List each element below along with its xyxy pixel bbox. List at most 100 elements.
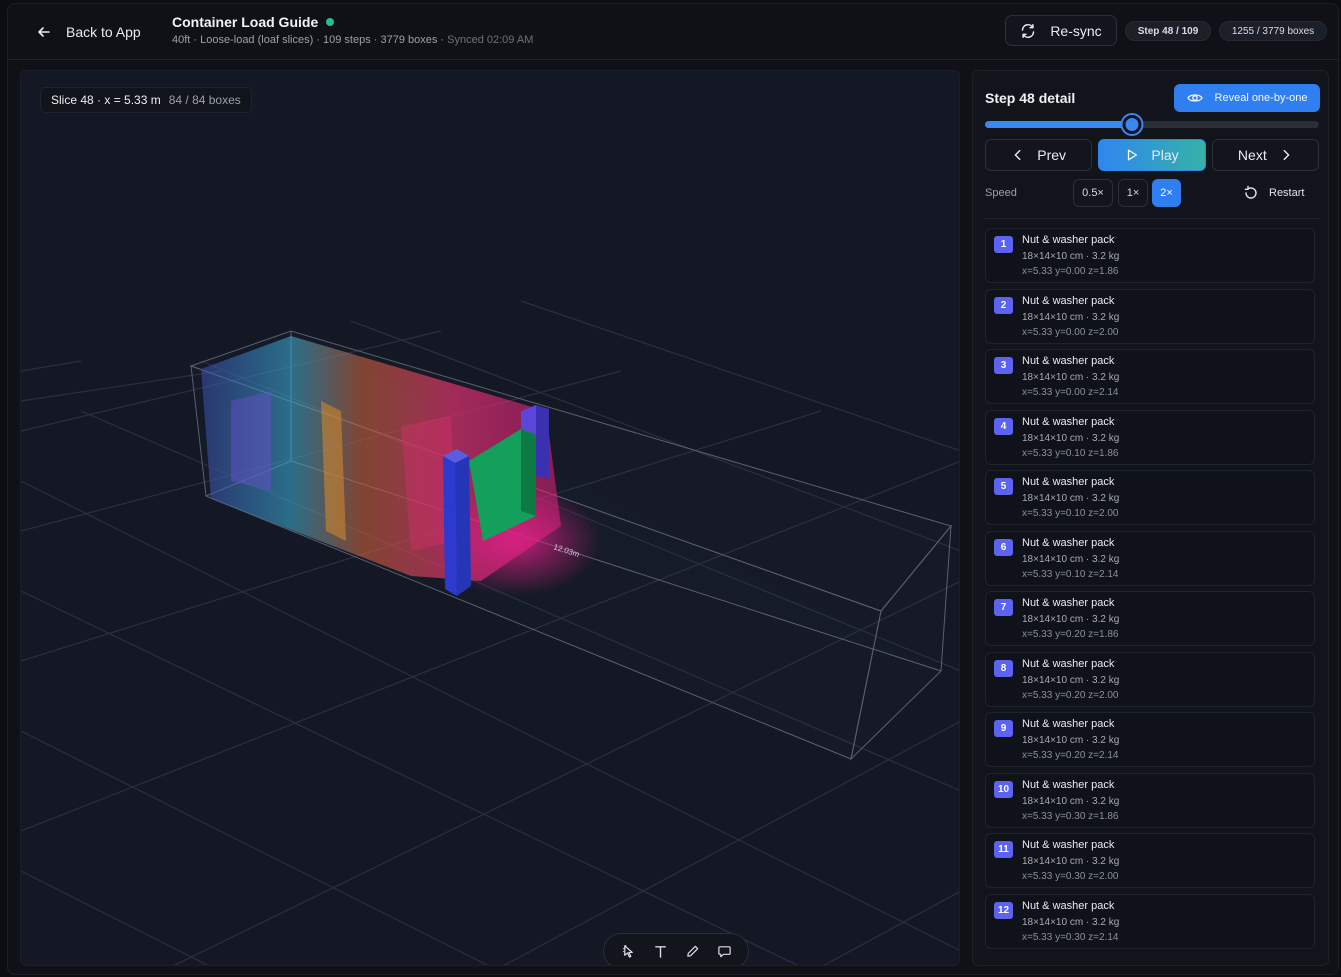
box-list: 1 Nut & washer pack 18×14×10 cm · 3.2 kg x=… <box>985 228 1315 954</box>
step-counter-badge: Step 48 / 109 <box>1125 21 1211 41</box>
3d-viewport[interactable]: 12.03m Slice 48 · x = 5.33 m 84 / 84 box… <box>20 70 960 966</box>
item-number-badge: 10 <box>994 780 1013 798</box>
item-number-badge: 1 <box>994 236 1013 253</box>
synced-time: Synced 02:09 AM <box>447 34 534 46</box>
slice-label: Slice 48 · x = 5.33 m <box>51 93 161 107</box>
item-number-badge: 2 <box>994 296 1013 314</box>
item-dimensions: 18×14×10 cm · 3.2 kg <box>1022 311 1120 323</box>
reveal-one-by-one-button[interactable]: Reveal one-by-one <box>1174 84 1320 112</box>
resync-label: Re-sync <box>1050 22 1102 39</box>
top-bar: Back to App Container Load Guide 40ft · … <box>8 4 1338 60</box>
container-3d-scene[interactable]: 12.03m <box>21 71 960 966</box>
item-dimensions: 18×14×10 cm · 3.2 kg <box>1022 916 1120 928</box>
sync-status-dot <box>326 18 335 26</box>
eye-icon <box>1186 94 1203 102</box>
select-tool-button[interactable] <box>617 940 639 962</box>
restart-icon <box>1244 185 1257 199</box>
item-position: x=5.33 y=0.00 z=2.14 <box>1022 387 1119 398</box>
page-subtitle: 40ft · Loose-load (loaf slices) · 109 st… <box>172 34 533 46</box>
list-item[interactable]: 3 Nut & washer pack 18×14×10 cm · 3.2 kg x=… <box>985 349 1315 404</box>
chevron-left-icon <box>1014 149 1021 161</box>
play-button[interactable]: Play <box>1098 139 1206 171</box>
item-position: x=5.33 y=0.10 z=2.14 <box>1022 568 1119 580</box>
comment-tool-button[interactable] <box>713 940 735 962</box>
item-number-badge: 5 <box>994 478 1013 495</box>
title-block: Container Load Guide 40ft · Loose-load (… <box>172 14 533 46</box>
back-to-app-label: Back to App <box>66 24 141 40</box>
step-detail-panel: Step 48 detail Reveal one-by-one Prev Pl… <box>972 70 1329 966</box>
item-dimensions: 18×14×10 cm · 3.2 kg <box>1022 432 1120 444</box>
list-item[interactable]: 1 Nut & washer pack 18×14×10 cm · 3.2 kg x=… <box>985 228 1315 283</box>
panel-title: Step 48 detail <box>985 90 1076 106</box>
item-dimensions: 18×14×10 cm · 3.2 kg <box>1022 614 1120 625</box>
item-position: x=5.33 y=0.00 z=2.00 <box>1022 326 1119 338</box>
item-name: Nut & washer pack <box>1022 536 1115 549</box>
item-position: x=5.33 y=0.30 z=2.14 <box>1022 931 1119 943</box>
item-number-badge: 3 <box>994 357 1013 374</box>
item-position: x=5.33 y=0.10 z=2.00 <box>1022 508 1119 519</box>
speed-2x-button[interactable]: 2× <box>1152 179 1181 207</box>
item-name: Nut & washer pack <box>1022 234 1115 246</box>
item-number-badge: 11 <box>994 841 1013 858</box>
list-item[interactable]: 11 Nut & washer pack 18×14×10 cm · 3.2 kg x… <box>985 833 1315 888</box>
item-dimensions: 18×14×10 cm · 3.2 kg <box>1022 493 1120 504</box>
playback-controls: Prev Play Next <box>985 139 1319 171</box>
annotation-toolbar <box>603 933 749 965</box>
item-name: Nut & washer pack <box>1022 597 1115 609</box>
prev-label: Prev <box>1037 147 1067 163</box>
item-name: Nut & washer pack <box>1022 294 1115 307</box>
pen-tool-button[interactable] <box>681 940 703 962</box>
play-icon <box>1128 149 1138 161</box>
page-title: Container Load Guide <box>172 14 319 30</box>
list-item[interactable]: 6 Nut & washer pack 18×14×10 cm · 3.2 kg x=… <box>985 530 1315 586</box>
text-tool-button[interactable] <box>649 940 671 962</box>
item-name: Nut & washer pack <box>1022 355 1115 367</box>
item-dimensions: 18×14×10 cm · 3.2 kg <box>1022 735 1120 746</box>
select-icon <box>622 944 633 958</box>
list-item[interactable]: 8 Nut & washer pack 18×14×10 cm · 3.2 kg x=… <box>985 651 1315 707</box>
speed-1x-button[interactable]: 1× <box>1118 179 1148 207</box>
text-icon <box>654 945 666 958</box>
item-dimensions: 18×14×10 cm · 3.2 kg <box>1022 251 1120 262</box>
speed-controls: Speed 0.5× 1× 2× Restart <box>985 179 1319 207</box>
refresh-icon <box>1022 23 1035 38</box>
slider-thumb[interactable] <box>1122 115 1142 134</box>
item-position: x=5.33 y=0.30 z=2.00 <box>1022 871 1119 882</box>
item-number-badge: 12 <box>994 901 1013 919</box>
chevron-right-icon <box>1283 149 1290 161</box>
list-item[interactable]: 2 Nut & washer pack 18×14×10 cm · 3.2 kg x=… <box>985 288 1315 344</box>
item-number-badge: 6 <box>994 538 1013 556</box>
speed-0.5x-button[interactable]: 0.5× <box>1073 179 1113 207</box>
item-dimensions: 18×14×10 cm · 3.2 kg <box>1022 856 1120 867</box>
item-number-badge: 7 <box>994 599 1013 616</box>
item-name: Nut & washer pack <box>1022 476 1115 488</box>
item-name: Nut & washer pack <box>1022 415 1115 428</box>
item-dimensions: 18×14×10 cm · 3.2 kg <box>1022 674 1120 686</box>
item-number-badge: 8 <box>994 659 1013 677</box>
item-position: x=5.33 y=0.20 z=2.00 <box>1022 689 1119 701</box>
item-name: Nut & washer pack <box>1022 718 1115 730</box>
back-to-app-button[interactable]: Back to App <box>36 20 141 44</box>
list-item[interactable]: 9 Nut & washer pack 18×14×10 cm · 3.2 kg x=… <box>985 712 1315 767</box>
list-item[interactable]: 7 Nut & washer pack 18×14×10 cm · 3.2 kg x=… <box>985 591 1315 646</box>
comment-icon <box>717 945 731 957</box>
prev-button[interactable]: Prev <box>985 139 1093 171</box>
next-label: Next <box>1237 147 1267 163</box>
slice-info-badge: Slice 48 · x = 5.33 m 84 / 84 boxes <box>40 87 252 113</box>
item-name: Nut & washer pack <box>1022 899 1115 912</box>
list-item[interactable]: 10 Nut & washer pack 18×14×10 cm · 3.2 kg x… <box>985 772 1315 828</box>
step-slider[interactable] <box>985 115 1319 134</box>
next-button[interactable]: Next <box>1211 139 1319 171</box>
slice-box-count: 84 / 84 boxes <box>168 93 241 107</box>
item-position: x=5.33 y=0.00 z=1.86 <box>1022 266 1119 277</box>
item-position: x=5.33 y=0.20 z=2.14 <box>1022 750 1119 761</box>
restart-button[interactable]: Restart <box>1243 179 1304 207</box>
resync-button[interactable]: Re-sync <box>1005 15 1117 46</box>
item-name: Nut & washer pack <box>1022 778 1115 791</box>
slider-fill <box>985 121 1133 128</box>
list-item[interactable]: 5 Nut & washer pack 18×14×10 cm · 3.2 kg x=… <box>985 470 1315 525</box>
list-item[interactable]: 12 Nut & washer pack 18×14×10 cm · 3.2 kg x… <box>985 893 1315 949</box>
list-item[interactable]: 4 Nut & washer pack 18×14×10 cm · 3.2 kg x=… <box>985 409 1315 465</box>
item-number-badge: 9 <box>994 720 1013 737</box>
restart-label: Restart <box>1269 187 1305 199</box>
